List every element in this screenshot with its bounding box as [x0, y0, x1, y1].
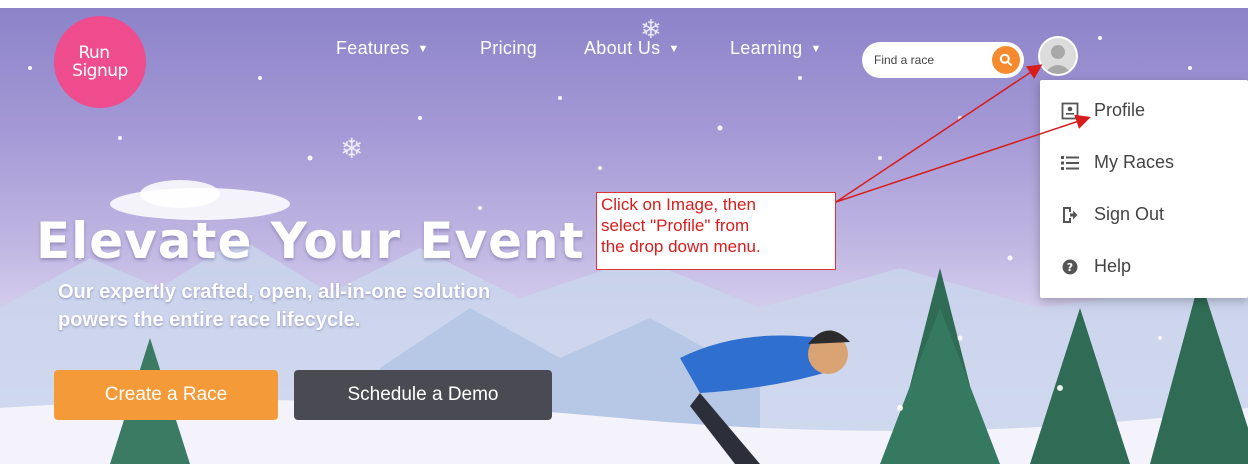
hero-headline: Elevate Your Event — [36, 212, 585, 270]
menu-item-help[interactable]: ? Help — [1060, 256, 1131, 277]
list-icon — [1060, 153, 1080, 173]
user-avatar-icon — [1040, 38, 1076, 74]
nav-label: Features — [336, 38, 410, 58]
schedule-demo-button[interactable]: Schedule a Demo — [294, 370, 552, 420]
nav-item-learning[interactable]: Learning ▼ — [730, 38, 822, 59]
logo-text-line2: Signup — [72, 61, 128, 81]
chevron-down-icon: ▼ — [810, 43, 822, 55]
hero-subtext-line1: Our expertly crafted, open, all-in-one s… — [58, 281, 491, 303]
callout-line3: the drop down menu. — [601, 237, 761, 256]
profile-card-icon — [1060, 101, 1080, 121]
menu-item-label: My Races — [1094, 152, 1175, 172]
search-icon — [999, 53, 1013, 67]
sign-out-icon — [1060, 205, 1080, 225]
chevron-down-icon: ▼ — [668, 43, 680, 55]
chevron-down-icon: ▼ — [417, 43, 429, 55]
menu-item-label: Help — [1094, 256, 1132, 276]
race-search-box — [862, 42, 1024, 78]
menu-item-label: Profile — [1094, 100, 1146, 120]
callout-line2: select "Profile" from — [601, 216, 750, 235]
logo-text-line1: Run — [78, 43, 110, 63]
menu-item-profile[interactable]: Profile — [1060, 100, 1145, 121]
svg-text:?: ? — [1067, 261, 1073, 274]
menu-item-label: Sign Out — [1094, 204, 1165, 224]
user-avatar[interactable] — [1040, 38, 1076, 74]
callout-line1: Click on Image, then — [601, 195, 756, 214]
runsignup-logo[interactable]: Run Signup — [54, 16, 146, 108]
hero-subtext: Our expertly crafted, open, all-in-one s… — [58, 278, 578, 334]
instruction-callout: Click on Image, then select "Profile" fr… — [596, 192, 836, 270]
help-circle-icon: ? — [1060, 257, 1080, 277]
hero-subtext-line2: powers the entire race lifecycle. — [58, 309, 361, 331]
menu-item-my-races[interactable]: My Races — [1060, 152, 1174, 173]
nav-item-pricing[interactable]: Pricing — [480, 38, 537, 59]
nav-label: About Us — [584, 38, 661, 58]
nav-item-features[interactable]: Features ▼ — [336, 38, 429, 59]
nav-item-about-us[interactable]: About Us ▼ — [584, 38, 680, 59]
svg-text:❄: ❄ — [340, 133, 363, 164]
menu-item-sign-out[interactable]: Sign Out — [1060, 204, 1164, 225]
create-race-button[interactable]: Create a Race — [54, 370, 278, 420]
race-search-input[interactable] — [874, 50, 984, 70]
nav-label: Learning — [730, 38, 803, 58]
user-dropdown-menu: Profile My Races Sign Out ? Help — [1040, 80, 1248, 298]
nav-label: Pricing — [480, 38, 538, 58]
search-button[interactable] — [992, 46, 1020, 74]
